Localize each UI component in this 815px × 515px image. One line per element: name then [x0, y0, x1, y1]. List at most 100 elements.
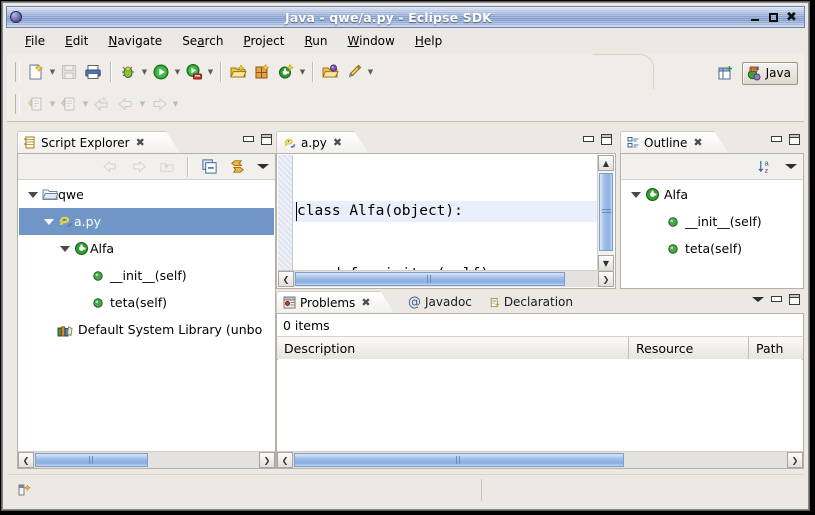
- scroll-right-icon[interactable]: ❯: [787, 452, 803, 468]
- minimize-icon[interactable]: [771, 294, 782, 305]
- problems-table-body[interactable]: [278, 359, 802, 451]
- tree-row-init[interactable]: __init__(self): [19, 262, 274, 289]
- editor-code[interactable]: class Alfa(object): def __init__(self): …: [293, 155, 598, 271]
- outline-row-alfa[interactable]: Alfa: [622, 181, 802, 208]
- expand-arrow[interactable]: [57, 245, 73, 252]
- open-type-icon[interactable]: [318, 60, 342, 84]
- maximize-icon[interactable]: [601, 134, 612, 145]
- menu-project[interactable]: Project: [234, 32, 293, 50]
- close-tab-icon[interactable]: ✖: [333, 136, 342, 149]
- new-folder-icon[interactable]: [226, 60, 250, 84]
- tab-javadoc[interactable]: @ Javadoc: [402, 291, 480, 313]
- tab-outline[interactable]: Outline ✖: [620, 131, 728, 153]
- menu-run[interactable]: Run: [295, 32, 336, 50]
- print-icon[interactable]: [81, 60, 105, 84]
- close-tab-icon[interactable]: ✖: [136, 136, 145, 149]
- minimize-icon[interactable]: [243, 134, 254, 145]
- scroll-up-icon[interactable]: ▲: [598, 155, 614, 171]
- editor-text-area[interactable]: class Alfa(object): def __init__(self): …: [278, 155, 614, 287]
- outline-row-init[interactable]: __init__(self): [622, 208, 802, 235]
- editor-gutter[interactable]: [278, 155, 293, 287]
- vscroll-thumb[interactable]: [599, 173, 613, 251]
- tab-problems[interactable]: Problems ✖: [276, 291, 394, 313]
- menu-search[interactable]: Search: [173, 32, 232, 50]
- chevron-down-icon[interactable]: ▼: [173, 61, 182, 83]
- tab-script-explorer[interactable]: Script Explorer ✖: [17, 131, 180, 153]
- hscroll-thumb[interactable]: [294, 453, 624, 467]
- problems-hscrollbar[interactable]: ❮ ❯: [277, 451, 803, 468]
- scroll-right-icon[interactable]: ❯: [259, 452, 275, 468]
- view-menu-icon[interactable]: [785, 161, 797, 172]
- expand-arrow[interactable]: [628, 191, 644, 198]
- script-explorer-tree[interactable]: qwe a.py Alfa __init__(self) teta(self) …: [19, 181, 274, 450]
- maximize-icon[interactable]: [789, 134, 800, 145]
- new-class-grid-icon[interactable]: [250, 60, 274, 84]
- tree-row-a-py[interactable]: a.py: [19, 208, 274, 235]
- tab-declaration[interactable]: Declaration: [484, 291, 582, 313]
- link-with-editor-icon[interactable]: [225, 155, 249, 179]
- next-annotation-icon: [24, 92, 48, 116]
- chevron-down-icon[interactable]: ▼: [48, 61, 57, 83]
- svg-text:z: z: [764, 166, 768, 175]
- chevron-down-icon[interactable]: ▼: [140, 61, 149, 83]
- view-menu-icon[interactable]: [752, 294, 764, 305]
- view-menu-icon[interactable]: [257, 161, 269, 172]
- script-explorer-panel: Script Explorer ✖ qwe a.py Alfa __init__…: [17, 131, 276, 469]
- tree-row-teta[interactable]: teta(self): [19, 289, 274, 316]
- outline-row-teta[interactable]: teta(self): [622, 235, 802, 262]
- column-header-resource[interactable]: Resource: [629, 337, 749, 359]
- hscroll-track[interactable]: [293, 452, 787, 468]
- hscroll-track[interactable]: [294, 271, 598, 287]
- hscroll-thumb[interactable]: [35, 453, 148, 467]
- expand-arrow[interactable]: [41, 218, 57, 225]
- open-perspective-icon[interactable]: [714, 61, 738, 85]
- close-tab-icon[interactable]: ✖: [693, 136, 702, 149]
- code-line-1[interactable]: class Alfa(object):: [293, 201, 598, 222]
- tree-row-system-library[interactable]: Default System Library (unbo: [19, 316, 274, 343]
- minimize-icon[interactable]: [750, 12, 761, 23]
- maximize-icon[interactable]: [789, 294, 800, 305]
- collapse-all-icon[interactable]: [197, 155, 221, 179]
- editor-hscrollbar[interactable]: ❮ ❯: [278, 270, 614, 287]
- menu-help[interactable]: Help: [406, 32, 451, 50]
- hscroll-thumb[interactable]: [295, 272, 565, 286]
- close-icon[interactable]: ✖: [786, 11, 797, 24]
- outline-tree[interactable]: Alfa __init__(self) teta(self): [622, 181, 802, 287]
- new-document-icon[interactable]: [24, 60, 48, 84]
- chevron-down-icon[interactable]: ▼: [206, 61, 215, 83]
- menu-file[interactable]: File: [16, 32, 54, 50]
- column-header-description[interactable]: Description: [277, 337, 629, 359]
- hscroll-track[interactable]: [34, 452, 259, 468]
- menu-window[interactable]: Window: [339, 32, 404, 50]
- column-header-path[interactable]: Path: [749, 337, 803, 359]
- scroll-down-icon[interactable]: ▼: [598, 255, 614, 271]
- tab-a-py[interactable]: a.py ✖: [276, 131, 368, 153]
- script-explorer-hscrollbar[interactable]: ❮ ❯: [18, 451, 275, 468]
- sort-az-icon[interactable]: a z: [753, 155, 777, 179]
- maximize-icon[interactable]: [261, 134, 272, 145]
- chevron-down-icon[interactable]: ▼: [298, 61, 307, 83]
- scroll-left-icon[interactable]: ❮: [278, 271, 294, 287]
- close-tab-icon[interactable]: ✖: [361, 296, 370, 309]
- maximize-icon[interactable]: [768, 12, 779, 23]
- tree-row-qwe[interactable]: qwe: [19, 181, 274, 208]
- editor-vscrollbar[interactable]: ▲ ▼: [597, 155, 614, 271]
- pencil-search-icon[interactable]: [342, 60, 366, 84]
- toolbar-grip[interactable]: [15, 62, 20, 82]
- menu-navigate[interactable]: Navigate: [99, 32, 171, 50]
- run-play-icon[interactable]: [149, 60, 173, 84]
- chevron-down-icon[interactable]: ▼: [366, 61, 375, 83]
- tree-row-alfa[interactable]: Alfa: [19, 235, 274, 262]
- menu-edit[interactable]: Edit: [56, 32, 97, 50]
- debug-bug-icon[interactable]: [116, 60, 140, 84]
- new-interface-icon[interactable]: [274, 60, 298, 84]
- scroll-left-icon[interactable]: ❮: [18, 452, 34, 468]
- toolbar-grip[interactable]: [15, 94, 20, 114]
- scroll-left-icon[interactable]: ❮: [277, 452, 293, 468]
- minimize-icon[interactable]: [583, 134, 594, 145]
- minimize-icon[interactable]: [771, 134, 782, 145]
- expand-arrow[interactable]: [25, 191, 41, 198]
- perspective-java-button[interactable]: Java: [741, 61, 798, 85]
- external-tools-icon[interactable]: [182, 60, 206, 84]
- scroll-right-icon[interactable]: ❯: [598, 271, 614, 287]
